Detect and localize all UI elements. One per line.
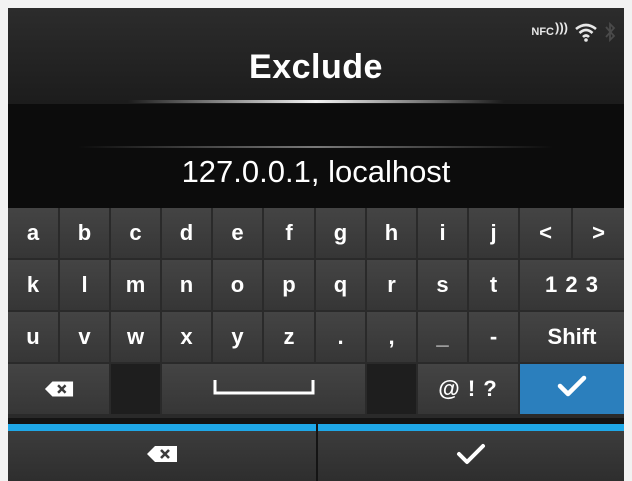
key-v[interactable]: v: [60, 312, 109, 362]
key-period[interactable]: .: [316, 312, 365, 362]
bluetooth-icon: [604, 21, 616, 43]
blank-key: [111, 364, 160, 414]
exclude-input-field[interactable]: 127.0.0.1, localhost: [8, 154, 624, 190]
header: NFC))) Exclude: [8, 8, 624, 104]
backspace-icon: [146, 445, 178, 468]
space-bar-icon: [213, 376, 315, 402]
key-q[interactable]: q: [316, 260, 365, 310]
key-k[interactable]: k: [8, 260, 58, 310]
checkmark-icon: [456, 442, 486, 471]
shift-key[interactable]: Shift: [520, 312, 624, 362]
softkey-confirm[interactable]: [318, 418, 624, 481]
key-f[interactable]: f: [264, 208, 314, 258]
key-u[interactable]: u: [8, 312, 58, 362]
enter-key[interactable]: [520, 364, 624, 414]
key-e[interactable]: e: [213, 208, 262, 258]
key-g[interactable]: g: [316, 208, 365, 258]
checkmark-icon: [557, 374, 587, 404]
key-r[interactable]: r: [367, 260, 416, 310]
key-o[interactable]: o: [213, 260, 262, 310]
status-icons: NFC))): [531, 18, 616, 46]
key-z[interactable]: z: [264, 312, 314, 362]
key-underscore[interactable]: _: [418, 312, 467, 362]
nfc-label: NFC: [531, 26, 554, 38]
title-divider: [128, 100, 504, 103]
key-cursor-right[interactable]: >: [573, 208, 624, 258]
input-divider: [78, 146, 554, 148]
blank-key: [367, 364, 416, 414]
key-i[interactable]: i: [418, 208, 467, 258]
backspace-icon: [44, 380, 74, 398]
key-a[interactable]: a: [8, 208, 58, 258]
softkey-backspace[interactable]: [8, 418, 316, 481]
nfc-icon: NFC))): [531, 20, 568, 38]
key-p[interactable]: p: [264, 260, 314, 310]
on-screen-keyboard: a b c d e f g h i j < > k l m n o p q r …: [8, 208, 624, 418]
page-title: Exclude: [249, 48, 383, 86]
key-cursor-left[interactable]: <: [520, 208, 571, 258]
input-area: 127.0.0.1, localhost: [8, 104, 624, 208]
symbols-key[interactable]: @ ! ?: [418, 364, 518, 414]
key-b[interactable]: b: [60, 208, 109, 258]
key-comma[interactable]: ,: [367, 312, 416, 362]
softkey-indicator: [8, 424, 316, 431]
backspace-key[interactable]: [8, 364, 109, 414]
key-c[interactable]: c: [111, 208, 160, 258]
numeric-mode-key[interactable]: 1 2 3: [520, 260, 624, 310]
wifi-icon: [574, 22, 598, 42]
key-j[interactable]: j: [469, 208, 518, 258]
softkey-indicator: [318, 424, 624, 431]
key-x[interactable]: x: [162, 312, 211, 362]
softkey-bar: [8, 418, 624, 481]
key-y[interactable]: y: [213, 312, 262, 362]
key-n[interactable]: n: [162, 260, 211, 310]
key-h[interactable]: h: [367, 208, 416, 258]
key-s[interactable]: s: [418, 260, 467, 310]
key-t[interactable]: t: [469, 260, 518, 310]
key-d[interactable]: d: [162, 208, 211, 258]
key-w[interactable]: w: [111, 312, 160, 362]
key-l[interactable]: l: [60, 260, 109, 310]
space-key[interactable]: [162, 364, 365, 414]
printer-screen: NFC))) Exclude 127.0.0.1, localhost a b …: [8, 8, 624, 481]
key-m[interactable]: m: [111, 260, 160, 310]
key-hyphen[interactable]: -: [469, 312, 518, 362]
